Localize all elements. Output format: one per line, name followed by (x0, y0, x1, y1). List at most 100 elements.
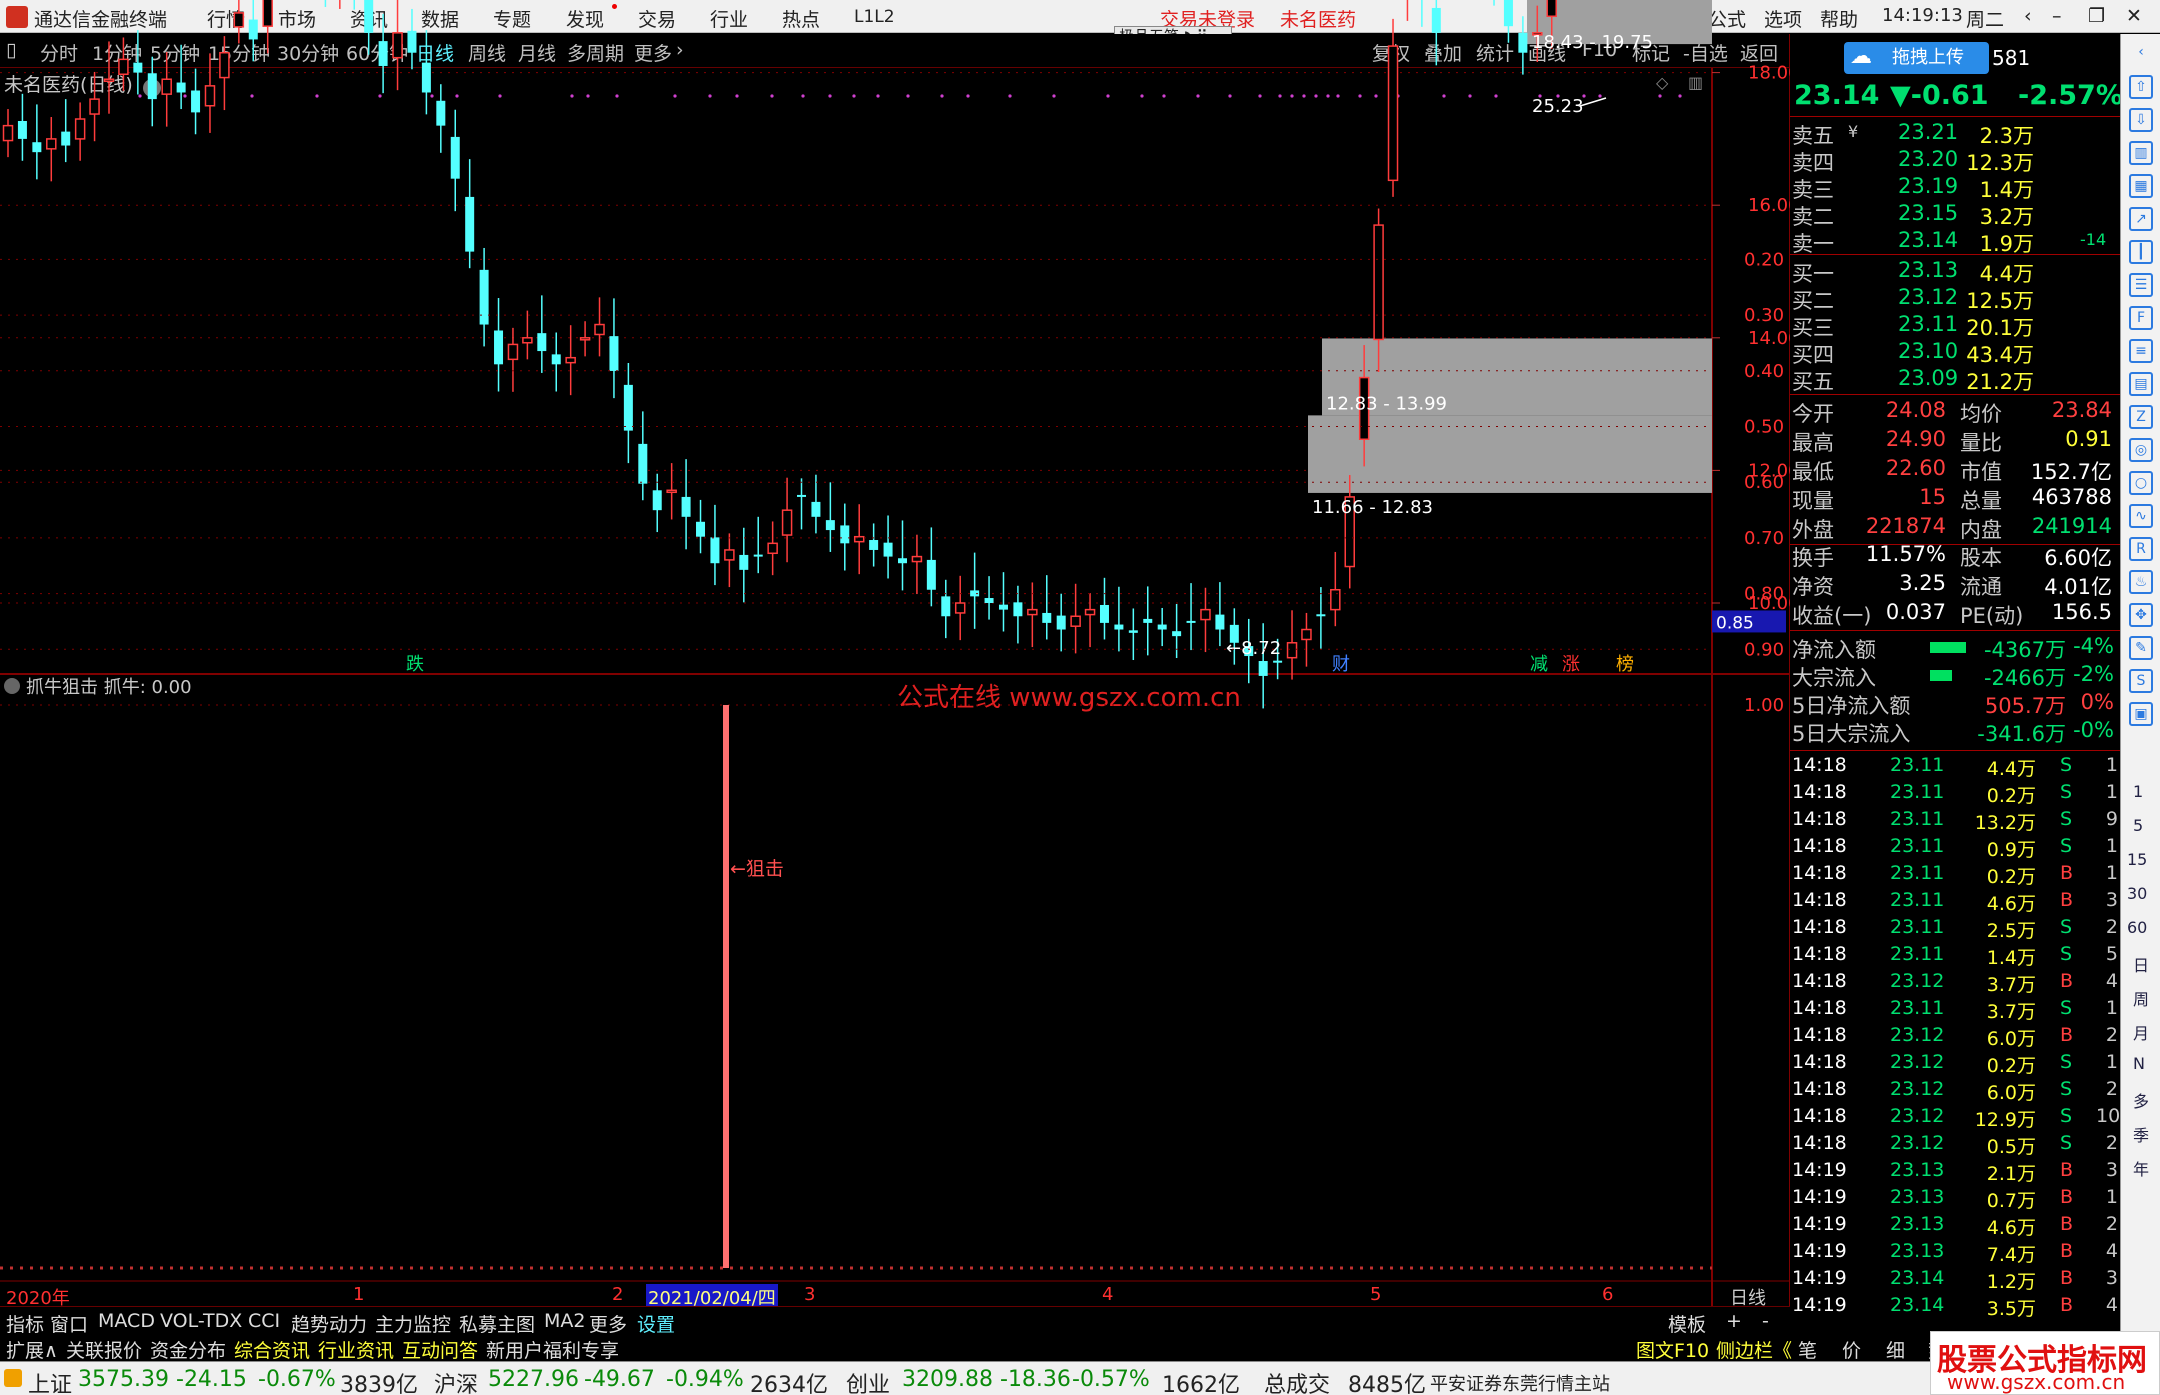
period-shortcut-11[interactable]: 年 (2133, 1156, 2149, 1180)
menu-bangzhu[interactable]: 帮助 (1820, 5, 1858, 32)
period-shortcut-5[interactable]: 日 (2133, 952, 2149, 976)
candle-icon[interactable]: ┃ (2129, 240, 2153, 264)
cy-name[interactable]: 创业 (846, 1367, 890, 1395)
maximize-icon[interactable]: ❐ (2088, 5, 2105, 27)
sell-label: 卖四 (1792, 151, 1834, 175)
chart-icon[interactable]: ▥ (2129, 141, 2153, 165)
stat-value: 152.7亿 (2030, 460, 2112, 484)
period-shortcut-4[interactable]: 60 (2127, 918, 2147, 937)
tab-bi[interactable]: 笔 (1798, 1336, 1817, 1363)
date-m1: 1 (353, 1284, 365, 1305)
candle (551, 332, 561, 392)
period-shortcut-6[interactable]: 周 (2133, 986, 2149, 1010)
candle (638, 411, 648, 501)
stat-value: 24.08 (1885, 398, 1946, 422)
close-icon[interactable]: ✕ (2126, 5, 2142, 27)
candle (681, 459, 691, 550)
tab-tuwen-f10[interactable]: 图文F10 (1636, 1336, 1709, 1363)
tab-cci[interactable]: CCI (248, 1310, 280, 1332)
tab-hangye[interactable]: 行业资讯 (318, 1336, 394, 1363)
candle (1042, 575, 1052, 640)
candle-body (565, 356, 576, 364)
fs-icon[interactable]: S (2129, 669, 2153, 693)
buy-volume: 21.2万 (1966, 370, 2034, 394)
candle-body (638, 443, 648, 484)
compass-icon[interactable]: ✥ (2129, 603, 2153, 627)
tab-fuli[interactable]: 新用户福利专享 (486, 1336, 619, 1363)
stat-value: 241914 (2031, 514, 2112, 538)
camera-icon[interactable]: ◎ (2129, 438, 2153, 462)
line-chart-icon[interactable]: ↗ (2129, 207, 2153, 231)
circle-icon[interactable]: ○ (2129, 471, 2153, 495)
wave-icon[interactable]: ∿ (2129, 504, 2153, 528)
chart-area[interactable]: 24.0022.0020.0018.0016.0014.0012.0010.00… (0, 0, 1790, 1306)
period-shortcut-3[interactable]: 30 (2127, 884, 2147, 903)
candle (1301, 612, 1312, 667)
tick-time: 14:18 (1792, 997, 1847, 1019)
low-price-label: ←8.72 (1226, 638, 1281, 659)
tab-ma2[interactable]: MA2 (544, 1310, 585, 1332)
tab-hudong[interactable]: 互动问答 (402, 1336, 478, 1363)
event-dot (708, 94, 712, 98)
tab-xi[interactable]: 细 (1886, 1336, 1905, 1363)
period-shortcut-7[interactable]: 月 (2133, 1020, 2149, 1044)
event-dot (1336, 94, 1340, 98)
image-icon[interactable]: ▣ (2129, 702, 2153, 726)
tick-price: 23.11 (1890, 943, 1945, 965)
broker-server[interactable]: 平安证券东莞行情主站 (1430, 1370, 1610, 1395)
tick-count: 9 (2105, 808, 2118, 830)
tab-zijin[interactable]: 资金分布 (150, 1336, 226, 1363)
remove-indicator-button[interactable]: - (1762, 1310, 1769, 1332)
stat-label: 量比 (1960, 431, 2002, 455)
tick-time: 14:18 (1792, 1024, 1847, 1046)
pen-icon[interactable]: ✎ (2129, 636, 2153, 660)
hot-icon[interactable]: ♨ (2129, 570, 2153, 594)
fz-icon[interactable]: Z (2129, 405, 2153, 429)
down-arrow-icon[interactable]: ⇩ (2129, 108, 2153, 132)
candle-body (1172, 631, 1182, 637)
tab-macd[interactable]: MACD (98, 1310, 155, 1332)
period-shortcut-1[interactable]: 5 (2133, 816, 2143, 835)
tick-volume: 3.7万 (1986, 1001, 2036, 1023)
tab-vol-tdx[interactable]: VOL-TDX (160, 1310, 242, 1332)
event-dot (876, 94, 880, 98)
f10-icon[interactable]: F (2129, 306, 2153, 330)
candle (753, 516, 763, 574)
tab-guanlian[interactable]: 关联报价 (66, 1336, 142, 1363)
add-indicator-button[interactable]: + (1726, 1310, 1742, 1332)
stat2-label: 股本 (1960, 546, 2002, 570)
minimize-icon[interactable]: – (2052, 5, 2062, 27)
list-icon[interactable]: ≡ (2129, 339, 2153, 363)
tab-zonghe[interactable]: 综合资讯 (234, 1336, 310, 1363)
tab-jia[interactable]: 价 (1842, 1336, 1861, 1363)
period-shortcut-0[interactable]: 1 (2133, 782, 2143, 801)
candle-body (233, 12, 245, 28)
tick-time: 14:18 (1792, 1078, 1847, 1100)
period-shortcut-9[interactable]: 多 (2133, 1088, 2149, 1112)
up-arrow-icon[interactable]: ⇧ (2129, 75, 2153, 99)
tab-cebianlan[interactable]: 侧边栏《 (1716, 1336, 1792, 1363)
rsi-icon[interactable]: R (2129, 537, 2153, 561)
candle (869, 523, 879, 567)
news-icon[interactable]: ☰ (2129, 273, 2153, 297)
tab-kuozhan[interactable]: 扩展∧ (6, 1336, 58, 1363)
sub-tick-label: 0.30 (1744, 305, 1784, 326)
period-shortcut-2[interactable]: 15 (2127, 850, 2147, 869)
sh-name[interactable]: 上证 (28, 1367, 72, 1395)
event-bang-label: 榜 (1616, 654, 1634, 675)
tick-time: 14:18 (1792, 781, 1847, 803)
period-shortcut-8[interactable]: N (2133, 1054, 2145, 1073)
candle-body (537, 333, 547, 352)
candle (1258, 623, 1268, 709)
doc-icon[interactable]: ▤ (2129, 372, 2153, 396)
grid-icon[interactable]: ▦ (2129, 174, 2153, 198)
collapse-icon[interactable]: ‹ (2129, 42, 2153, 66)
back-icon[interactable]: ‹ (2024, 5, 2032, 27)
tick-count: 2 (2105, 1024, 2118, 1046)
sz-name[interactable]: 沪深 (434, 1367, 478, 1395)
sz-index: 5227.96 (488, 1367, 579, 1392)
candle (1215, 582, 1225, 647)
candle (219, 36, 230, 111)
tick-side: S (2060, 808, 2073, 830)
period-shortcut-10[interactable]: 季 (2133, 1122, 2149, 1146)
